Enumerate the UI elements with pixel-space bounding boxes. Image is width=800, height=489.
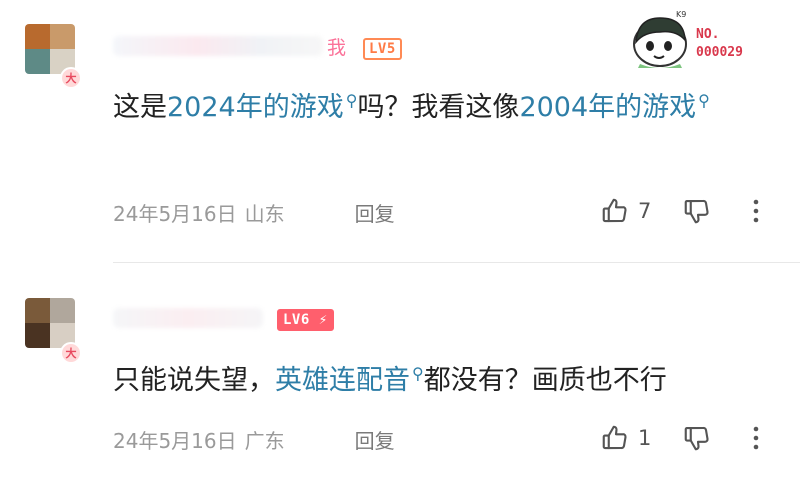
comment-item: 大 我 LV5 这是2024年的游戏 ⚲吗？我看这像2004年的游戏 ⚲ 24年5月… — [0, 0, 800, 262]
like-count: 1 — [638, 426, 652, 450]
comment-text-part: 这是 — [113, 92, 167, 123]
vip-badge: 大 — [60, 67, 82, 89]
comment-meta: 24年5月16日 山东 回复 — [113, 198, 395, 227]
avatar-pixel — [50, 298, 75, 323]
avatar-pixel — [25, 24, 50, 49]
search-icon: ⚲ — [698, 91, 710, 110]
reply-button[interactable]: 回复 — [355, 425, 395, 454]
search-link[interactable]: 2004年的游戏 — [519, 92, 696, 123]
username-blurred — [113, 308, 263, 328]
username-tail: 我 — [327, 36, 347, 59]
like-count: 7 — [638, 199, 652, 223]
comment-text-part: 只能说失望， — [113, 365, 275, 396]
divider — [113, 262, 800, 263]
avatar-pixel — [25, 323, 50, 348]
comment-date: 24年5月16日 — [113, 202, 237, 226]
search-link[interactable]: 英雄连配音 — [275, 365, 410, 396]
comment-location: 山东 — [244, 202, 285, 226]
comment-actions: 1 — [600, 423, 760, 453]
more-vertical-icon[interactable] — [752, 198, 760, 224]
comment-text: 只能说失望，英雄连配音 ⚲都没有？画质也不行 — [113, 353, 773, 401]
thumbs-up-icon[interactable] — [600, 196, 630, 226]
comment-meta: 24年5月16日 广东 回复 — [113, 425, 395, 454]
search-icon: ⚲ — [412, 364, 424, 383]
comment-date: 24年5月16日 — [113, 429, 237, 453]
comment-text-part: 吗？我看这像 — [357, 92, 520, 123]
search-link[interactable]: 2024年的游戏 — [167, 92, 344, 123]
username-blurred — [113, 36, 323, 56]
avatar[interactable] — [25, 298, 75, 348]
comment-text: 这是2024年的游戏 ⚲吗？我看这像2004年的游戏 ⚲ — [113, 80, 773, 128]
comment-text-part: 都没有？画质也不行 — [423, 365, 667, 396]
level-badge: LV6 ⚡ — [277, 309, 334, 331]
avatar-pixel — [25, 49, 50, 74]
thumbs-up-icon[interactable] — [600, 423, 630, 453]
username[interactable]: 我 — [113, 33, 346, 59]
avatar-pixel — [50, 24, 75, 49]
avatar-pixel — [25, 298, 50, 323]
reply-button[interactable]: 回复 — [355, 198, 395, 227]
comment-location: 广东 — [244, 429, 285, 453]
more-vertical-icon[interactable] — [752, 425, 760, 451]
level-badge: LV5 — [363, 38, 402, 60]
search-icon: ⚲ — [345, 91, 358, 110]
username[interactable] — [113, 305, 263, 331]
comment-actions: 7 — [600, 196, 760, 226]
avatar-pixel — [50, 323, 75, 348]
thumbs-down-icon[interactable] — [682, 423, 712, 453]
thumbs-down-icon[interactable] — [682, 196, 712, 226]
